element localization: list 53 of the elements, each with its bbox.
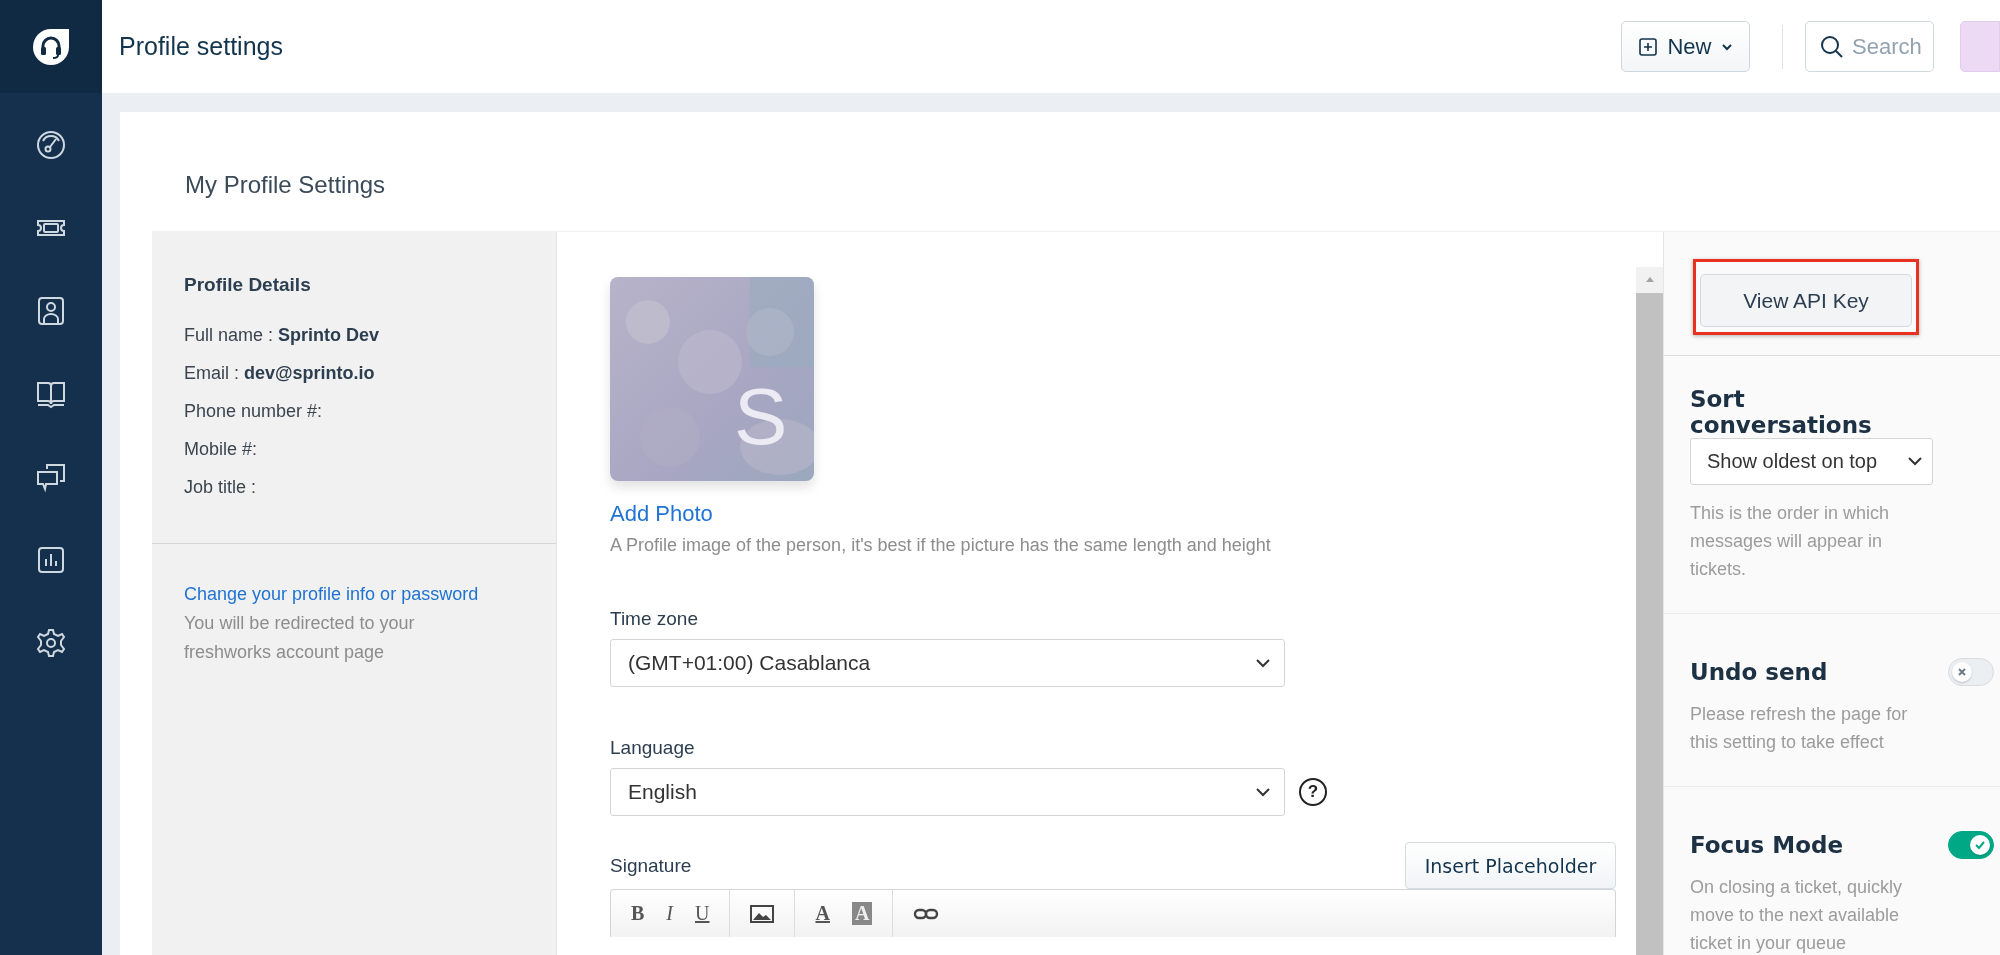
field-label: Time zone	[610, 608, 698, 630]
setting-title: Sort conversations	[1690, 386, 1873, 438]
detail-text: Phone number #:	[184, 400, 324, 423]
avatar-initial: S	[734, 377, 788, 457]
chat-bubbles-icon[interactable]	[35, 461, 67, 493]
contact-card-icon[interactable]	[35, 295, 67, 327]
profile-link[interactable]: Change your profile info or password	[184, 584, 479, 604]
bold-button[interactable]: B	[631, 902, 645, 925]
detail-text: Job title :	[184, 476, 258, 499]
timezone-select[interactable]: (GMT+01:00) Casablanca	[610, 639, 1285, 687]
gauge-icon[interactable]	[35, 129, 67, 161]
language-select[interactable]: English	[610, 768, 1285, 816]
setting-title: Undo send	[1690, 659, 1828, 685]
chevron-down-icon	[1908, 457, 1922, 466]
page-title: Profile settings	[119, 32, 283, 61]
detail-text: Email : dev@sprinto.io	[184, 362, 376, 385]
panel-title: Profile Details	[184, 274, 312, 296]
photo-hint: A Profile image of the person, it's best if the picture has the same length and height	[610, 535, 1271, 556]
insert-placeholder-button[interactable]: Insert Placeholder	[1405, 842, 1616, 889]
toggle-switch[interactable]	[1948, 831, 1994, 859]
sort-select[interactable]: Show oldest on top	[1690, 438, 1933, 485]
new-button[interactable]: New	[1621, 21, 1750, 72]
search-icon	[1820, 34, 1844, 59]
detail-text: Mobile #:	[184, 438, 259, 461]
redirect-note: You will be redirected to your freshworks account page	[184, 612, 416, 664]
setting-note: This is the order in which messages will appear in tickets.	[1690, 502, 1891, 581]
chevron-down-icon	[1256, 658, 1270, 668]
font-color-button[interactable]: A	[815, 902, 830, 925]
help-button[interactable]: ?	[1299, 778, 1327, 806]
section-heading: My Profile Settings	[184, 170, 387, 200]
setting-note: On closing a ticket, quickly move to the next available ticket in your queue	[1690, 876, 1904, 955]
plus-square-icon	[1639, 37, 1658, 56]
search-input[interactable]: Search	[1852, 33, 1932, 60]
scrollbar[interactable]	[1636, 267, 1663, 955]
field-label: Language	[610, 737, 695, 759]
view-api-key-button[interactable]: View API Key	[1700, 274, 1912, 327]
chevron-down-icon	[1721, 42, 1732, 51]
setting-note: Please refresh the page for this setting to take effect	[1690, 703, 1909, 754]
add-photo-link[interactable]: Add Photo	[610, 501, 713, 527]
chevron-down-icon	[1256, 787, 1270, 797]
headset-logo-icon[interactable]	[31, 26, 71, 67]
close-icon	[1957, 667, 1967, 677]
field-label: Signature	[610, 854, 692, 877]
italic-button[interactable]: I	[666, 902, 673, 925]
image-icon[interactable]	[750, 904, 775, 923]
link-icon[interactable]	[913, 906, 940, 921]
bar-chart-icon[interactable]	[35, 544, 67, 576]
setting-title: Focus Mode	[1690, 832, 1844, 858]
settings-icon[interactable]	[35, 627, 67, 659]
underline-button[interactable]: U	[695, 902, 710, 925]
search-field[interactable]: Search	[1805, 21, 1934, 72]
detail-text: Full name : Sprinto Dev	[184, 324, 381, 347]
check-icon	[1974, 839, 1986, 851]
